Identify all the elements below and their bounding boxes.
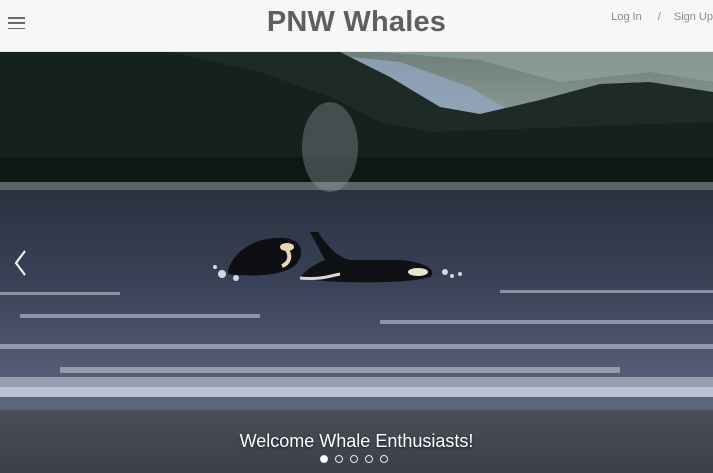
site-title[interactable]: PNW Whales [0,6,713,39]
carousel-indicator-3[interactable] [350,455,358,463]
carousel-indicator-4[interactable] [365,455,373,463]
site-header: PNW Whales Log In / Sign Up [0,0,713,52]
login-link[interactable]: Log In [611,11,642,23]
signup-link[interactable]: Sign Up [674,11,713,23]
carousel-indicator-2[interactable] [335,455,343,463]
carousel-indicators [320,455,388,463]
auth-links: Log In / Sign Up [611,11,713,23]
carousel-caption: Welcome Whale Enthusiasts! [239,431,474,451]
carousel-indicator-1[interactable] [320,455,328,463]
chevron-left-icon[interactable] [11,248,31,278]
auth-separator: / [657,11,661,23]
carousel-indicator-5[interactable] [380,455,388,463]
